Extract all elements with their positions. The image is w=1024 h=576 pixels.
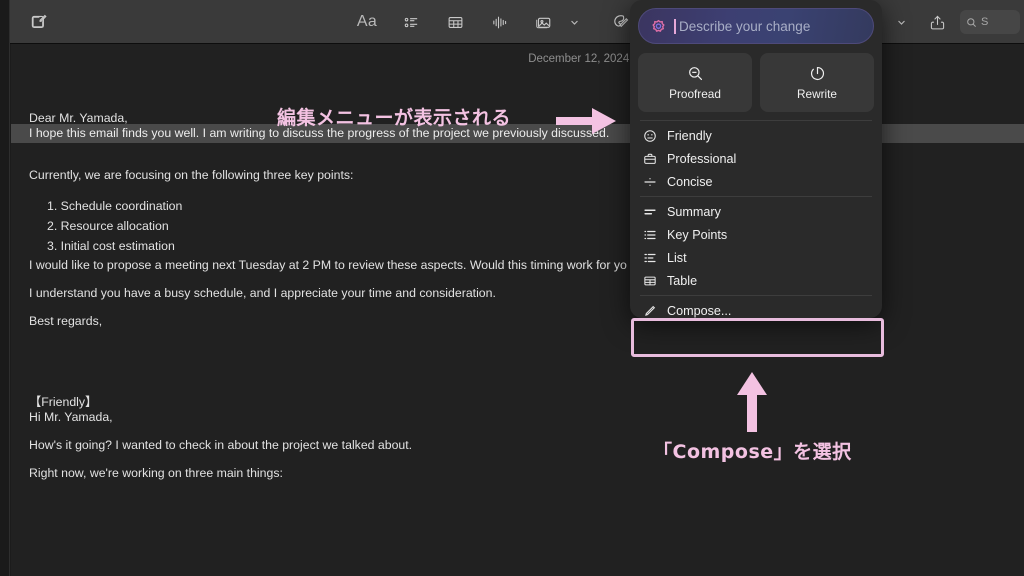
doc-friendly-greeting: Hi Mr. Yamada, <box>29 411 1024 423</box>
annotation-bottom-text: 「Compose」を選択 <box>653 437 852 464</box>
menu-item-label: List <box>667 251 687 265</box>
search-icon <box>966 17 977 28</box>
screen-root: Aa <box>0 0 1024 576</box>
menu-item-label: Summary <box>667 205 721 219</box>
list-icon <box>642 251 657 265</box>
menu-item-label: Concise <box>667 175 713 189</box>
annotation-top-text: 編集メニューが表示される <box>277 103 511 130</box>
doc-friendly-tag: 【Friendly】 <box>29 396 1024 408</box>
menu-item-label: Compose... <box>667 304 731 318</box>
window-left-gutter <box>0 0 10 576</box>
menu-item-table[interactable]: Table <box>638 269 874 292</box>
toolbar-center-group: Aa <box>350 8 637 36</box>
doc-friendly-line2: Right now, we're working on three main t… <box>29 467 1024 479</box>
menu-item-friendly[interactable]: Friendly <box>638 124 874 147</box>
rewrite-label: Rewrite <box>797 87 837 101</box>
briefcase-icon <box>642 152 657 166</box>
proofread-label: Proofread <box>669 87 721 101</box>
menu-item-label: Friendly <box>667 129 712 143</box>
checklist-icon[interactable] <box>394 8 428 36</box>
divide-sign-icon <box>642 175 657 189</box>
search-field-value: S <box>981 16 988 28</box>
circular-arrow-icon <box>809 65 826 82</box>
sparkle-icon <box>651 19 666 34</box>
format-text-label: Aa <box>357 13 377 31</box>
grid-table-icon <box>642 274 657 288</box>
media-icon[interactable] <box>526 8 560 36</box>
menu-item-label: Key Points <box>667 228 727 242</box>
arrow-up-icon <box>735 370 769 432</box>
table-icon[interactable] <box>438 8 472 36</box>
magnifier-minus-icon <box>687 65 704 82</box>
media-chevron-down-icon[interactable] <box>570 18 579 27</box>
compose-highlight-box <box>631 318 884 357</box>
lock-chevron-down-icon[interactable] <box>897 18 906 27</box>
tone-menu-group: Friendly Professional Concise <box>638 121 874 196</box>
menu-item-concise[interactable]: Concise <box>638 170 874 193</box>
menu-item-professional[interactable]: Professional <box>638 147 874 170</box>
document-date: December 12, 2024 at <box>528 53 642 65</box>
rewrite-button[interactable]: Rewrite <box>760 53 874 112</box>
share-icon[interactable] <box>920 8 954 36</box>
bullet-list-icon <box>642 228 657 242</box>
smiley-face-icon <box>642 129 657 143</box>
doc-friendly-line1: How's it going? I wanted to check in abo… <box>29 439 1024 451</box>
menu-item-label: Professional <box>667 152 736 166</box>
summary-lines-icon <box>642 205 657 219</box>
menu-item-list[interactable]: List <box>638 246 874 269</box>
quick-actions-row: Proofread Rewrite <box>638 53 874 112</box>
writing-tools-popup: Describe your change Proofread Rewrite <box>630 0 882 318</box>
text-cursor <box>674 19 676 34</box>
menu-item-summary[interactable]: Summary <box>638 200 874 223</box>
audio-waveform-icon[interactable] <box>482 8 516 36</box>
describe-change-placeholder: Describe your change <box>679 19 810 34</box>
menu-item-label: Table <box>667 274 697 288</box>
menu-item-key-points[interactable]: Key Points <box>638 223 874 246</box>
format-menu-group: Summary Key Points List <box>638 197 874 295</box>
arrow-right-icon <box>556 106 618 136</box>
proofread-button[interactable]: Proofread <box>638 53 752 112</box>
search-field[interactable]: S <box>960 10 1020 34</box>
format-text-icon[interactable]: Aa <box>350 8 384 36</box>
compose-note-icon[interactable] <box>22 8 56 36</box>
pencil-icon <box>642 304 657 318</box>
describe-change-input[interactable]: Describe your change <box>638 8 874 44</box>
